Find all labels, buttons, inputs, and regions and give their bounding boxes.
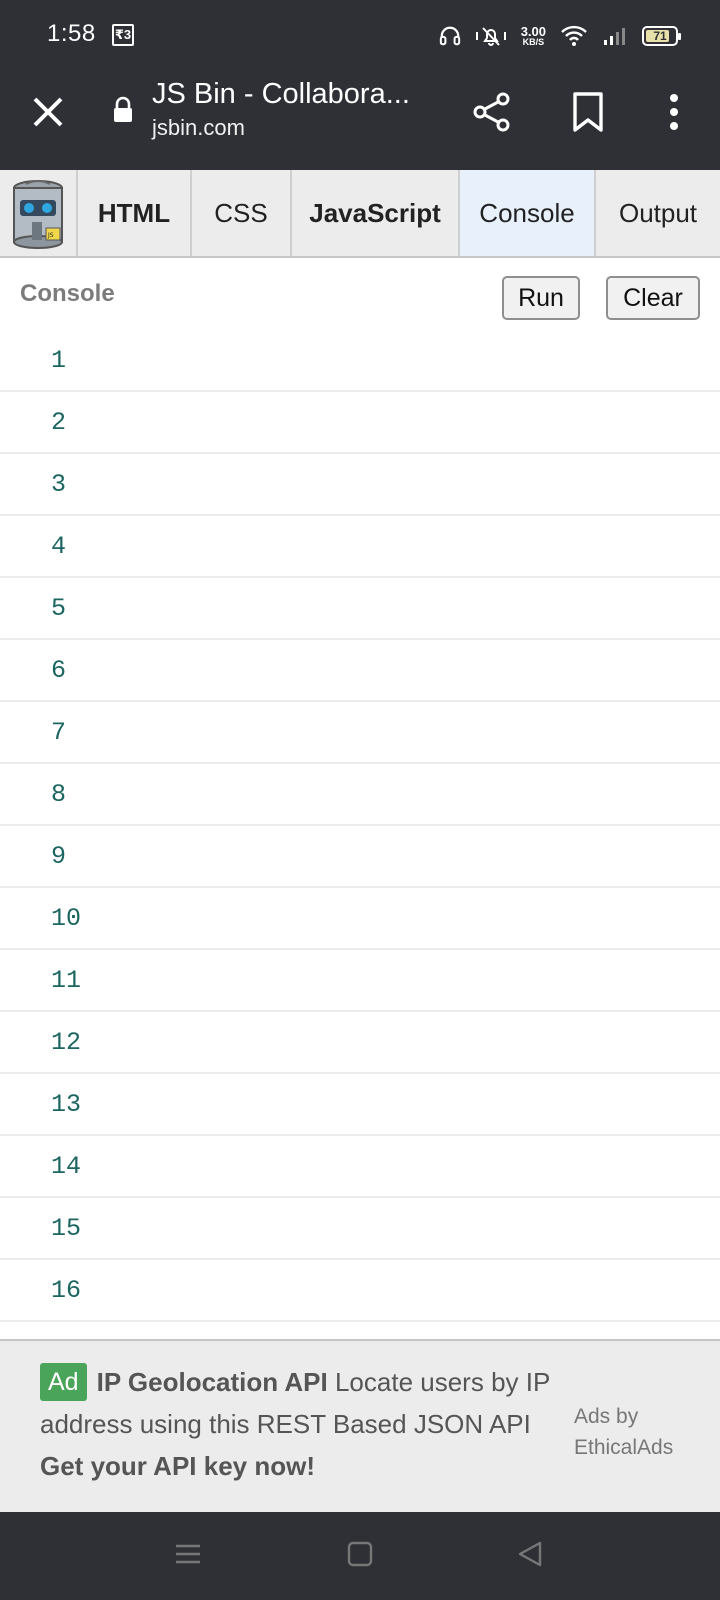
svg-text:JS: JS <box>47 232 54 239</box>
more-vert-icon[interactable] <box>660 92 688 132</box>
recent-apps-icon[interactable] <box>174 1540 202 1568</box>
console-line: 11 <box>0 950 720 1012</box>
ad-cta[interactable]: Get your API key now! <box>40 1451 315 1481</box>
console-line-text: 6 <box>51 656 67 685</box>
tab-html[interactable]: HTML <box>78 170 192 256</box>
console-line: 2 <box>0 392 720 454</box>
tab-output[interactable]: Output <box>596 170 720 256</box>
tab-css[interactable]: CSS <box>192 170 292 256</box>
console-line-text: 9 <box>51 842 67 871</box>
mute-icon <box>475 27 506 46</box>
console-line: 12 <box>0 1012 720 1074</box>
share-icon[interactable] <box>470 90 514 134</box>
console-line: 4 <box>0 516 720 578</box>
ad-headline: IP Geolocation API <box>96 1367 328 1397</box>
console-line: 9 <box>0 826 720 888</box>
console-output: 1 2 3 4 5 6 7 8 9 10 11 12 13 14 15 16 <box>0 330 720 1322</box>
console-line-text: 4 <box>51 532 67 561</box>
console-line: 16 <box>0 1260 720 1322</box>
ad-provider-line1: Ads by <box>574 1405 639 1428</box>
ad-text[interactable]: Ad IP Geolocation API Locate users by IP … <box>40 1361 570 1487</box>
wifi-icon <box>561 25 587 46</box>
network-speed-unit: KB/S <box>522 37 545 47</box>
console-line-text: 2 <box>51 408 67 437</box>
console-line: 5 <box>0 578 720 640</box>
page-title: JS Bin - Collabora... <box>152 78 410 110</box>
signal-icon <box>604 28 625 45</box>
bookmark-icon[interactable] <box>570 90 606 134</box>
ad-banner[interactable]: Ad IP Geolocation API Locate users by IP … <box>0 1339 720 1512</box>
console-line-text: 8 <box>51 780 67 809</box>
console-line-text: 1 <box>51 346 67 375</box>
jsbin-tab-bar: JS HTML CSS JavaScript Console Output <box>0 170 720 258</box>
jsbin-logo[interactable]: JS <box>0 170 78 256</box>
console-header: Console Run Clear <box>0 258 720 332</box>
console-line-text: 11 <box>51 966 82 995</box>
console-line: 10 <box>0 888 720 950</box>
status-time: 1:58 <box>47 20 96 47</box>
console-line: 8 <box>0 764 720 826</box>
network-speed: 3.00 KB/S <box>521 25 546 47</box>
tab-javascript[interactable]: JavaScript <box>292 170 460 256</box>
tab-label: JavaScript <box>309 197 441 228</box>
battery-level: 71 <box>653 29 667 43</box>
headphones-icon <box>439 26 460 46</box>
rupee-notification-icon: ₹3 <box>112 24 134 46</box>
console-line: 13 <box>0 1074 720 1136</box>
home-icon[interactable] <box>346 1540 374 1568</box>
close-icon[interactable] <box>28 92 68 132</box>
tab-label: CSS <box>214 197 268 228</box>
console-line: 1 <box>0 330 720 392</box>
console-line-text: 13 <box>51 1090 82 1119</box>
status-icons: 3.00 KB/S 71 <box>439 18 681 54</box>
ad-badge: Ad <box>40 1363 87 1401</box>
tab-label: Console <box>479 197 575 228</box>
console-line: 6 <box>0 640 720 702</box>
clear-button[interactable]: Clear <box>606 276 700 320</box>
console-line-text: 14 <box>51 1152 82 1181</box>
console-line-text: 12 <box>51 1028 82 1057</box>
tab-label: HTML <box>97 197 171 228</box>
console-line-text: 16 <box>51 1276 82 1305</box>
battery-icon: 71 <box>642 26 681 46</box>
console-line: 14 <box>0 1136 720 1198</box>
tab-label: Output <box>618 197 698 228</box>
lock-icon <box>114 96 132 122</box>
console-line: 7 <box>0 702 720 764</box>
system-nav-bar <box>0 1512 720 1600</box>
browser-toolbar: JS Bin - Collabora... jsbin.com <box>0 70 720 170</box>
console-line-text: 7 <box>51 718 67 747</box>
ad-provider-line2: EthicalAds <box>574 1436 674 1459</box>
console-line-text: 15 <box>51 1214 82 1243</box>
status-bar: 1:58 ₹3 3.00 KB/S 71 <box>0 0 720 70</box>
ad-provider[interactable]: Ads by EthicalAds <box>574 1401 704 1463</box>
run-button[interactable]: Run <box>502 276 580 320</box>
console-line-text: 10 <box>51 904 82 933</box>
console-title: Console <box>20 280 115 307</box>
address-bar[interactable]: JS Bin - Collabora... jsbin.com <box>152 78 442 141</box>
back-icon[interactable] <box>516 1540 544 1568</box>
console-line: 15 <box>0 1198 720 1260</box>
console-line-text: 5 <box>51 594 67 623</box>
jsbin-logo-icon: JS <box>13 180 63 249</box>
console-line-text: 3 <box>51 470 67 499</box>
console-line: 3 <box>0 454 720 516</box>
tab-console[interactable]: Console <box>460 170 596 256</box>
page-url: jsbin.com <box>152 115 245 140</box>
